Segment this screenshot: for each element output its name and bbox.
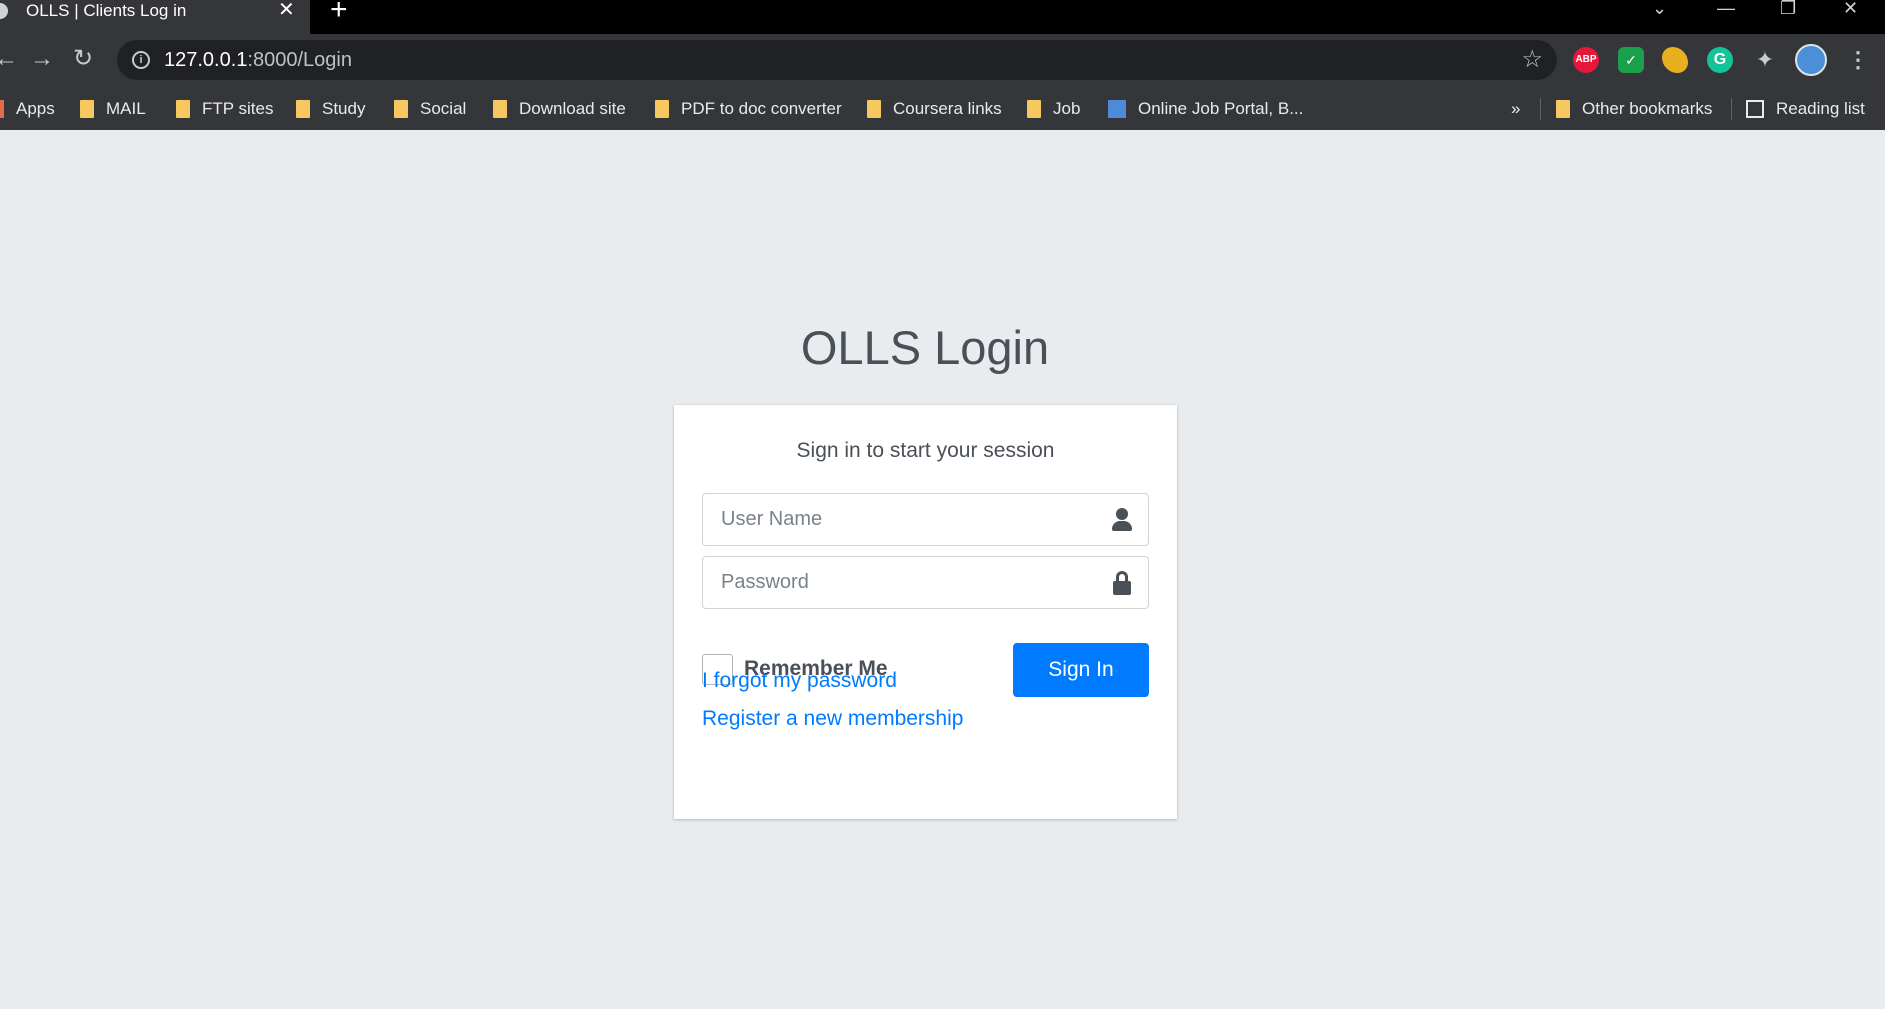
bookmark-folder[interactable]: FTP sites: [176, 88, 273, 130]
reading-list-icon: [1746, 100, 1764, 118]
new-tab-button[interactable]: +: [330, 0, 348, 25]
portal-favicon-icon: [1108, 100, 1126, 118]
browser-titlebar: OLLS | Clients Log in ✕ + ⌄ — ❐ ✕: [0, 0, 1885, 34]
tab-close-icon[interactable]: ✕: [278, 0, 295, 20]
bookmark-link[interactable]: Online Job Portal, B...: [1108, 88, 1303, 130]
url-text[interactable]: 127.0.0.1:8000/Login: [164, 49, 352, 72]
folder-icon: [80, 100, 94, 118]
bookmark-folder[interactable]: Job: [1027, 88, 1080, 130]
register-link[interactable]: Register a new membership: [702, 707, 963, 731]
folder-icon: [655, 100, 669, 118]
folder-icon: [1556, 100, 1570, 118]
browser-menu-icon[interactable]: ⋮: [1845, 47, 1871, 73]
bookmarks-divider: [1540, 98, 1541, 120]
folder-icon: [1027, 100, 1041, 118]
sign-in-button[interactable]: Sign In: [1013, 643, 1149, 697]
bookmark-folder[interactable]: PDF to doc converter: [655, 88, 842, 130]
forgot-password-link[interactable]: I forgot my password: [702, 669, 897, 693]
bookmark-folder[interactable]: Download site: [493, 88, 626, 130]
logo-suffix: Login: [921, 321, 1050, 374]
site-info-icon[interactable]: i: [132, 51, 150, 69]
bookmark-folder[interactable]: Coursera links: [867, 88, 1002, 130]
browser-tab[interactable]: OLLS | Clients Log in ✕: [0, 0, 310, 34]
apps-grid-icon: [0, 100, 4, 118]
browser-toolbar: ← → ↻ i 127.0.0.1:8000/Login ☆ ABP ✓ G ✦…: [0, 34, 1885, 88]
bookmark-folder[interactable]: Social: [394, 88, 466, 130]
user-icon: [1110, 508, 1134, 532]
url-host: 127.0.0.1: [164, 49, 248, 71]
bookmark-star-icon[interactable]: ☆: [1521, 45, 1543, 74]
url-path: :8000/Login: [247, 49, 352, 71]
folder-icon: [493, 100, 507, 118]
back-icon[interactable]: ←: [0, 46, 18, 72]
globe-icon: [0, 3, 8, 19]
bookmarks-divider: [1731, 98, 1732, 120]
login-message: Sign in to start your session: [796, 439, 1055, 462]
page-title: OLLS Login: [0, 320, 1850, 375]
login-card: Sign in to start your session Remember M…: [674, 405, 1177, 819]
forward-icon[interactable]: →: [30, 46, 54, 72]
bookmark-apps[interactable]: Apps: [0, 88, 55, 130]
eye-extension-icon[interactable]: [1662, 47, 1688, 73]
folder-icon: [867, 100, 881, 118]
extensions-puzzle-icon[interactable]: ✦: [1752, 47, 1778, 73]
bookmarks-bar: Apps MAIL FTP sites Study Social Downloa…: [0, 88, 1885, 130]
logo-brand: OLLS: [800, 321, 922, 374]
password-group: [702, 556, 1149, 609]
folder-icon: [176, 100, 190, 118]
tab-title: OLLS | Clients Log in: [26, 1, 187, 20]
folder-icon: [296, 100, 310, 118]
grammarly-icon[interactable]: G: [1707, 47, 1733, 73]
bookmark-folder[interactable]: MAIL: [80, 88, 146, 130]
close-window-icon[interactable]: ✕: [1843, 0, 1858, 18]
other-bookmarks[interactable]: Other bookmarks: [1556, 88, 1712, 130]
password-input[interactable]: [703, 557, 1093, 608]
bookmarks-overflow-button[interactable]: »: [1511, 88, 1520, 130]
restore-icon[interactable]: ❐: [1780, 0, 1796, 18]
reload-icon[interactable]: ↻: [73, 46, 93, 72]
adblock-icon[interactable]: ABP: [1573, 47, 1599, 73]
bookmark-folder[interactable]: Study: [296, 88, 365, 130]
username-input[interactable]: [703, 494, 1093, 545]
folder-icon: [394, 100, 408, 118]
profile-avatar[interactable]: [1795, 44, 1827, 76]
login-page: OLLS Login Sign in to start your session…: [0, 130, 1885, 1009]
shield-extension-icon[interactable]: ✓: [1618, 47, 1644, 73]
address-bar[interactable]: i 127.0.0.1:8000/Login ☆: [117, 40, 1557, 80]
reading-list[interactable]: Reading list: [1746, 88, 1865, 130]
username-group: [702, 493, 1149, 546]
tab-search-icon[interactable]: ⌄: [1652, 0, 1667, 18]
minimize-icon[interactable]: —: [1717, 0, 1735, 18]
lock-icon: [1110, 571, 1134, 595]
